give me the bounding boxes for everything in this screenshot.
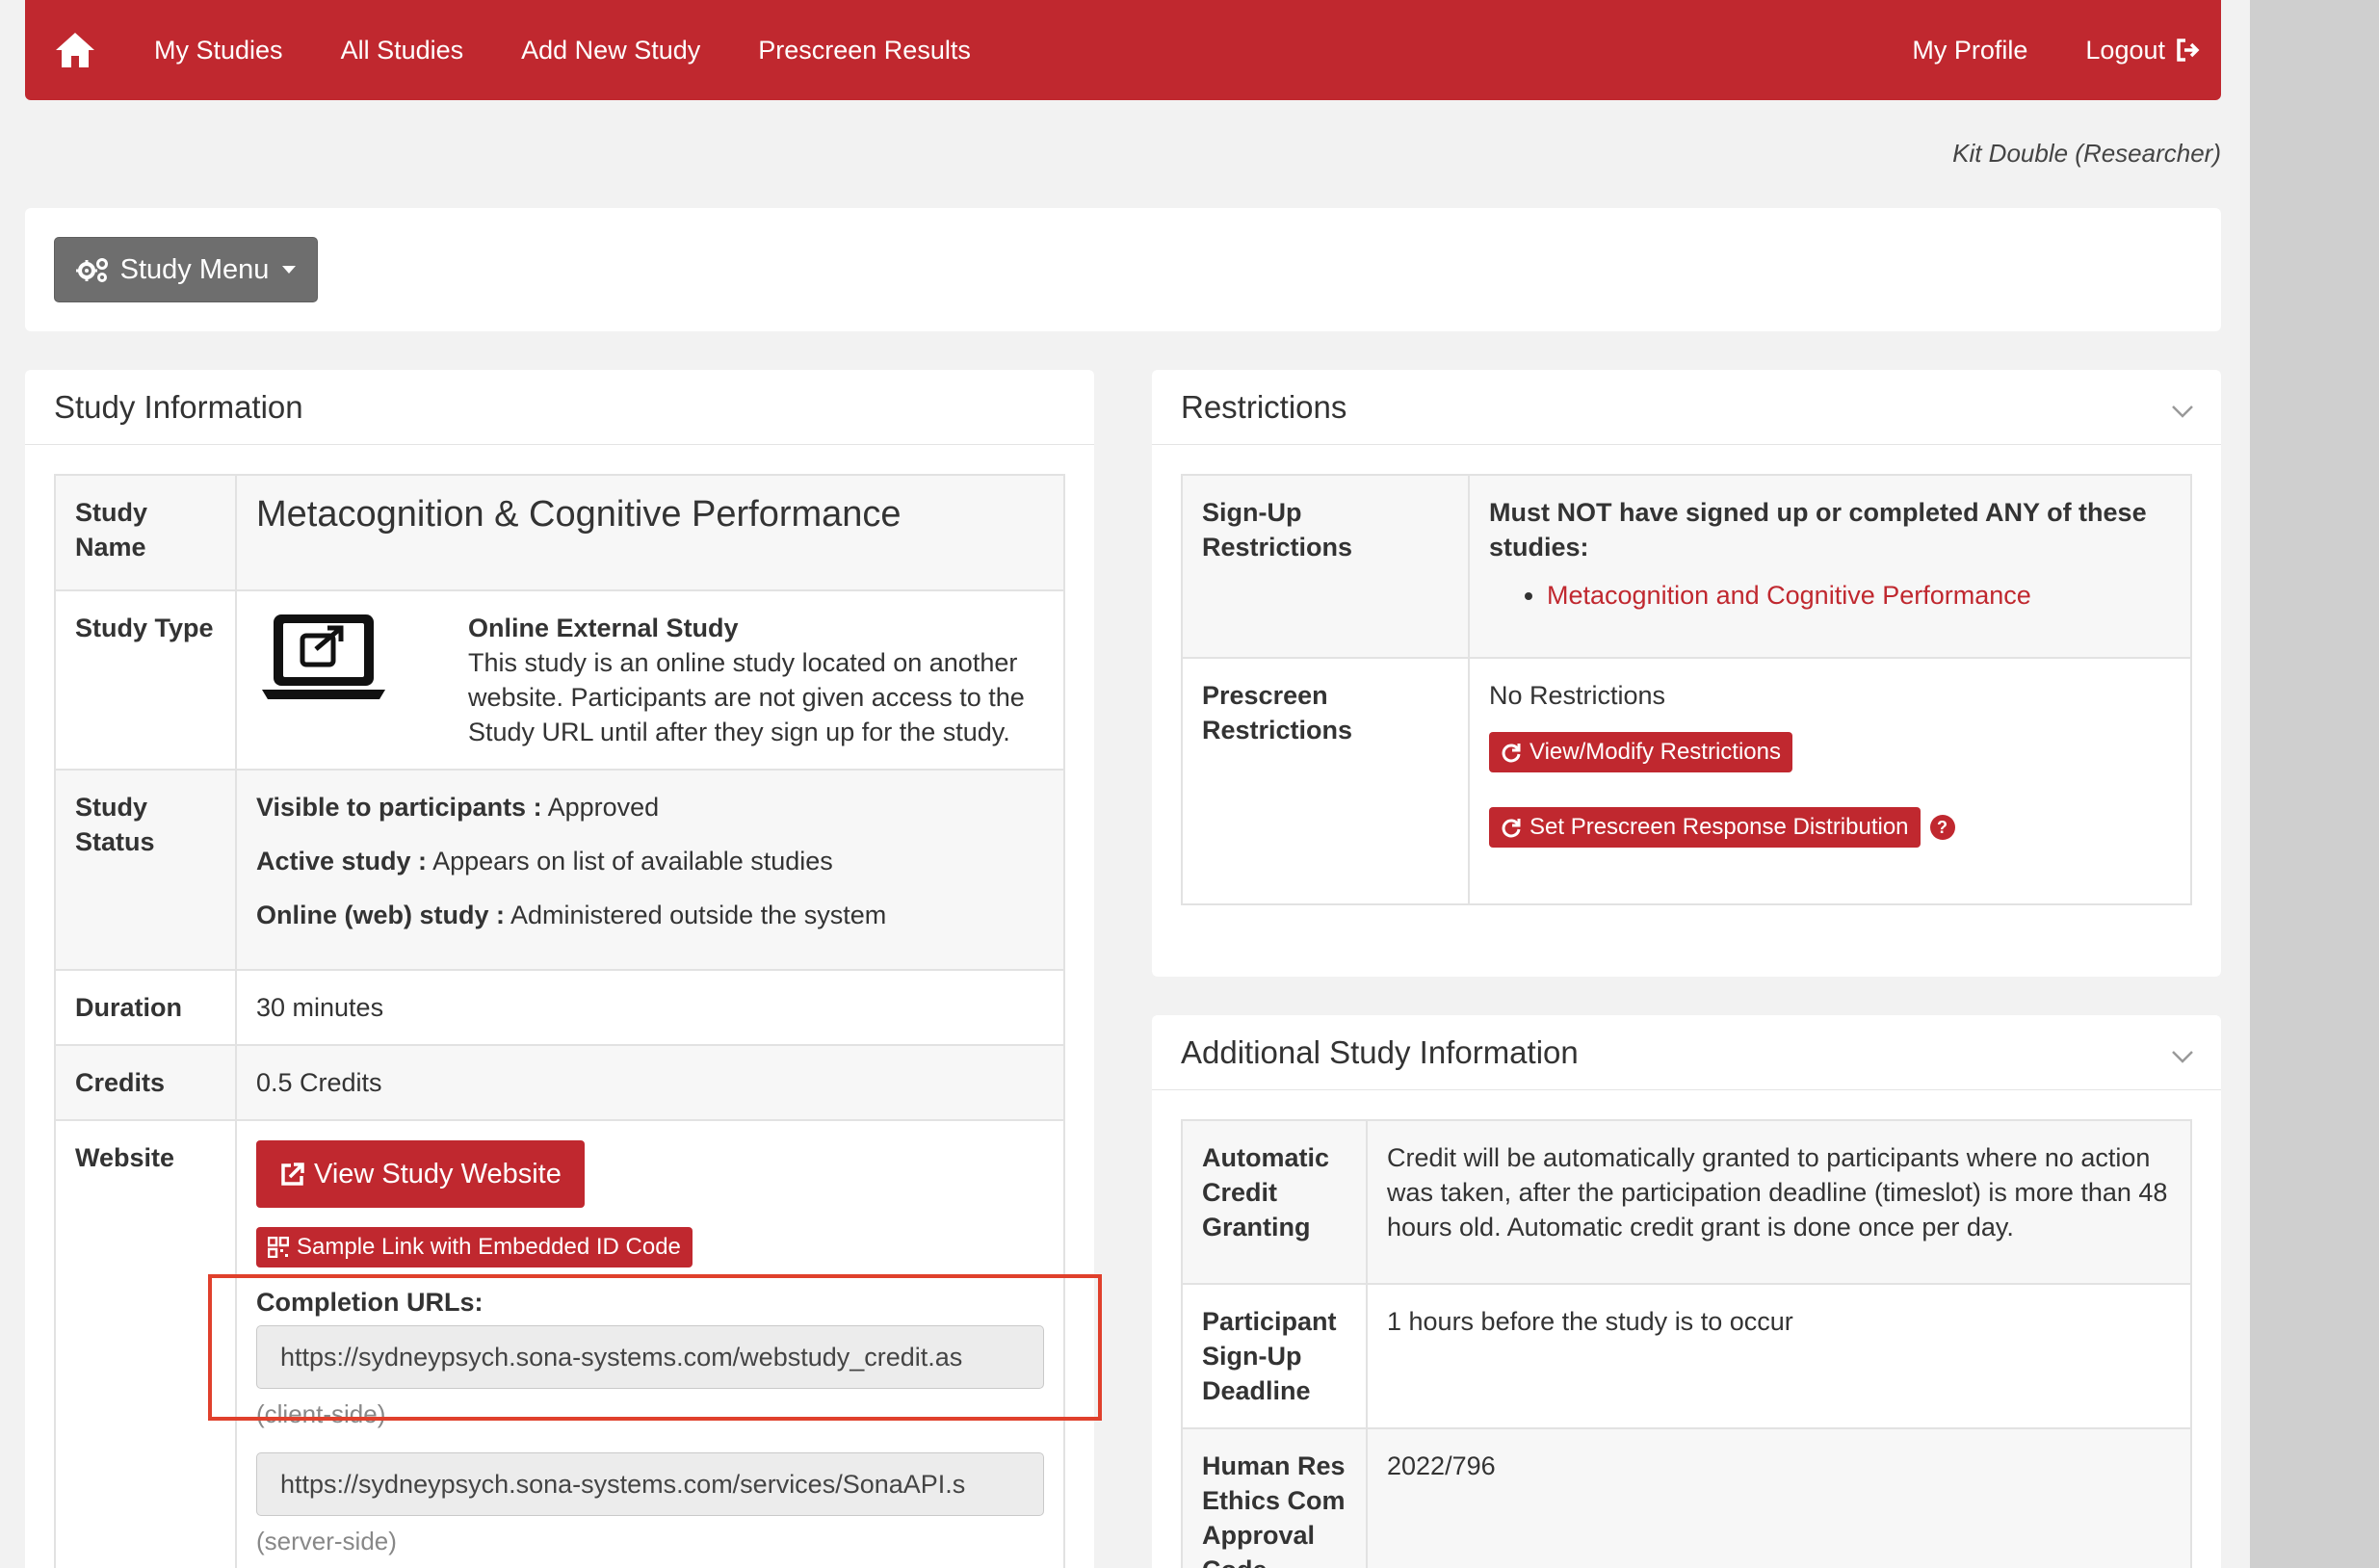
table-row: Study Status Visible to participants : A… — [54, 769, 1065, 971]
table-row: Study Name Metacognition & Cognitive Per… — [54, 474, 1065, 591]
laptop-external-icon — [262, 614, 385, 699]
table-row: Study Type Online External Study This st… — [54, 589, 1065, 771]
study-information-heading: Study Information — [25, 370, 1094, 445]
study-name-value: Metacognition & Cognitive Performance — [235, 474, 1065, 591]
set-prescreen-distribution-button[interactable]: Set Prescreen Response Distribution — [1489, 807, 1921, 848]
signup-deadline-value: 1 hours before the study is to occur — [1366, 1283, 2192, 1429]
study-name-label: Study Name — [54, 474, 237, 591]
automatic-credit-label: Automatic Credit Granting — [1181, 1119, 1368, 1285]
server-side-url-field[interactable]: https://sydneypsych.sona-systems.com/ser… — [256, 1452, 1044, 1516]
credits-value: 0.5 Credits — [235, 1044, 1065, 1121]
gears-icon — [75, 258, 108, 282]
ethics-approval-label: Human Res Ethics Com Approval Code — [1181, 1427, 1368, 1568]
credits-label: Credits — [54, 1044, 237, 1121]
nav-add-new-study[interactable]: Add New Study — [492, 36, 729, 65]
study-information-table: Study Name Metacognition & Cognitive Per… — [54, 474, 1065, 1568]
chevron-down-icon[interactable] — [2171, 405, 2194, 418]
right-scroll-gutter — [2250, 0, 2379, 1568]
table-row: Duration 30 minutes — [54, 969, 1065, 1046]
prescreen-restrictions-value: No Restrictions — [1489, 681, 1666, 710]
signup-restrictions-label: Sign-Up Restrictions — [1181, 474, 1470, 659]
refresh-icon — [1502, 819, 1521, 838]
restrictions-table: Sign-Up Restrictions Must NOT have signe… — [1181, 474, 2192, 905]
study-information-panel: Study Information Study Name Metacogniti… — [25, 370, 1094, 1568]
table-row: Prescreen Restrictions No Restrictions V… — [1181, 657, 2192, 905]
nav-all-studies[interactable]: All Studies — [312, 36, 493, 65]
nav-logout[interactable]: Logout — [2056, 36, 2202, 65]
automatic-credit-value: Credit will be automatically granted to … — [1366, 1119, 2192, 1285]
nav-my-profile[interactable]: My Profile — [1883, 36, 2056, 65]
nav-prescreen-results[interactable]: Prescreen Results — [729, 36, 1000, 65]
refresh-icon — [1502, 744, 1521, 763]
table-row: Website View Study Website Sample Link w… — [54, 1119, 1065, 1568]
study-type-title: Online External Study — [468, 614, 739, 642]
client-side-url-field[interactable]: https://sydneypsych.sona-systems.com/web… — [256, 1325, 1044, 1389]
table-row: Sign-Up Restrictions Must NOT have signe… — [1181, 474, 2192, 659]
study-type-label: Study Type — [54, 589, 237, 771]
top-navbar: My Studies All Studies Add New Study Pre… — [25, 0, 2221, 100]
completion-urls-label: Completion URLs: — [256, 1288, 484, 1317]
additional-info-heading: Additional Study Information — [1181, 1033, 1579, 1070]
status-visible: Visible to participants : Approved — [256, 793, 660, 822]
logout-icon — [2177, 39, 2200, 62]
additional-info-table: Automatic Credit Granting Credit will be… — [1181, 1119, 2192, 1568]
logout-label: Logout — [2085, 35, 2165, 65]
duration-value: 30 minutes — [235, 969, 1065, 1046]
external-link-icon — [281, 1163, 304, 1186]
status-online: Online (web) study : Administered outsid… — [256, 901, 887, 929]
restrictions-panel: Restrictions Sign-Up Restrictions Must N… — [1152, 370, 2221, 977]
restricted-study-link[interactable]: Metacognition and Cognitive Performance — [1547, 581, 2031, 610]
study-status-label: Study Status — [54, 769, 237, 971]
home-icon — [56, 33, 94, 67]
study-menu-label: Study Menu — [119, 253, 270, 285]
study-menu-button[interactable]: Study Menu — [54, 237, 318, 302]
prescreen-restrictions-label: Prescreen Restrictions — [1181, 657, 1470, 905]
duration-label: Duration — [54, 969, 237, 1046]
qr-code-icon — [268, 1237, 289, 1258]
table-row: Participant Sign-Up Deadline 1 hours bef… — [1181, 1283, 2192, 1429]
signup-restrictions-text: Must NOT have signed up or completed ANY… — [1489, 498, 2147, 562]
table-row: Automatic Credit Granting Credit will be… — [1181, 1119, 2192, 1285]
view-modify-restrictions-button[interactable]: View/Modify Restrictions — [1489, 732, 1792, 772]
server-side-note: (server-side) — [256, 1527, 397, 1555]
study-menu-panel: Study Menu — [25, 208, 2221, 331]
table-row: Credits 0.5 Credits — [54, 1044, 1065, 1121]
additional-study-info-panel: Additional Study Information Automatic C… — [1152, 1015, 2221, 1568]
help-icon[interactable]: ? — [1929, 815, 1955, 840]
ethics-approval-value: 2022/796 — [1366, 1427, 2192, 1568]
website-label: Website — [54, 1119, 237, 1568]
caret-down-icon — [282, 266, 297, 274]
client-side-note: (client-side) — [256, 1399, 386, 1428]
view-study-website-button[interactable]: View Study Website — [256, 1140, 585, 1208]
restrictions-heading: Restrictions — [1181, 388, 1347, 425]
nav-my-studies[interactable]: My Studies — [125, 36, 312, 65]
table-row: Human Res Ethics Com Approval Code 2022/… — [1181, 1427, 2192, 1568]
signup-deadline-label: Participant Sign-Up Deadline — [1181, 1283, 1368, 1429]
status-active: Active study : Appears on list of availa… — [256, 847, 833, 875]
chevron-down-icon[interactable] — [2171, 1050, 2194, 1063]
current-user-label: Kit Double (Researcher) — [1952, 139, 2221, 168]
list-item: Metacognition and Cognitive Performance — [1547, 578, 2171, 613]
home-button[interactable] — [25, 0, 125, 100]
sample-link-button[interactable]: Sample Link with Embedded ID Code — [256, 1227, 693, 1267]
study-type-description: This study is an online study located on… — [468, 648, 1025, 746]
